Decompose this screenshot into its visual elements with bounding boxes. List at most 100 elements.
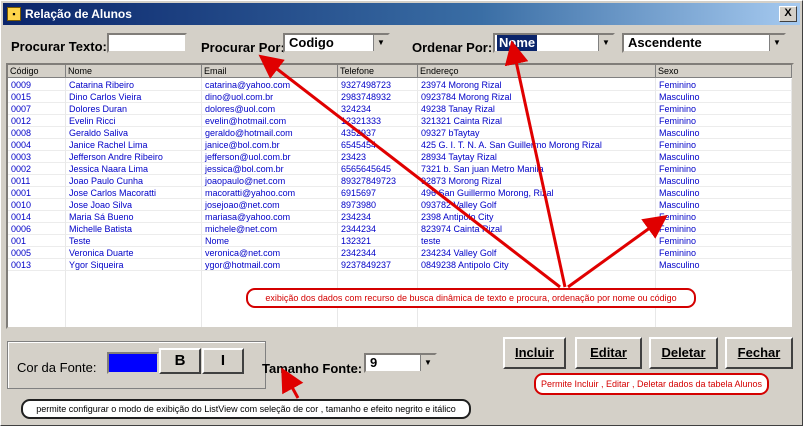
table-row[interactable]: 0005 Veronica Duarte veronica@net.com 23423…	[8, 247, 792, 259]
cell-gender: Masculino	[656, 151, 792, 163]
table-row[interactable]: 0004 Janice Rachel Lima janice@bol.com.br 6…	[8, 139, 792, 151]
cell-email: josejoao@net.com	[202, 199, 338, 211]
table-row[interactable]: 0013 Ygor Siqueira ygor@hotmail.com 9237849…	[8, 259, 792, 271]
cell-email: veronica@net.com	[202, 247, 338, 259]
search-label: Procurar Texto:	[11, 39, 107, 54]
table-row[interactable]: 0007 Dolores Duran dolores@uol.com 324234 49…	[8, 103, 792, 115]
font-annotation: permite configurar o modo de exibição do…	[21, 399, 471, 419]
cell-gender: Masculino	[656, 91, 792, 103]
chevron-down-icon[interactable]: ▼	[598, 35, 613, 51]
close-window-button[interactable]: X	[779, 6, 797, 22]
cell-gender: Masculino	[656, 127, 792, 139]
cell-email: macoratti@yahoo.com	[202, 187, 338, 199]
table-row[interactable]: 0015 Dino Carlos Vieira dino@uol.com.br 298…	[8, 91, 792, 103]
cell-phone: 234234	[338, 211, 418, 223]
chevron-down-icon[interactable]: ▼	[373, 35, 388, 51]
order-direction-value: Ascendente	[628, 35, 702, 50]
listview-header: Código Nome Email Telefone Endereço Sexo	[8, 65, 792, 78]
cell-address: 23974 Morong Rizal	[418, 79, 656, 91]
close-button-label: Fechar	[737, 345, 781, 360]
table-row[interactable]: 0003 Jefferson Andre Ribeiro jefferson@uol…	[8, 151, 792, 163]
cell-gender: Masculino	[656, 187, 792, 199]
table-row[interactable]: 0006 Michelle Batista michele@net.com 23442…	[8, 223, 792, 235]
order-direction-select[interactable]: Ascendente ▼	[622, 33, 786, 53]
cell-address: teste	[418, 235, 656, 247]
include-button[interactable]: Incluir	[503, 337, 566, 369]
table-row[interactable]: 0002 Jessica Naara Lima jessica@bol.com.br…	[8, 163, 792, 175]
cell-address: 425 G. I. T. N. A. San Guillermo Morong …	[418, 139, 656, 151]
cell-gender: Feminino	[656, 223, 792, 235]
column-header-email[interactable]: Email	[202, 65, 338, 78]
table-row[interactable]: 0001 Jose Carlos Macoratti macoratti@yahoo…	[8, 187, 792, 199]
cell-address: 2398 Antipolo City	[418, 211, 656, 223]
table-row[interactable]: 0010 Jose Joao Silva josejoao@net.com 89739…	[8, 199, 792, 211]
cell-name: Jessica Naara Lima	[66, 163, 202, 175]
chevron-down-icon[interactable]: ▼	[769, 35, 784, 51]
cell-gender: Masculino	[656, 175, 792, 187]
cell-gender: Feminino	[656, 103, 792, 115]
cell-name: Janice Rachel Lima	[66, 139, 202, 151]
close-button[interactable]: Fechar	[725, 337, 793, 369]
column-header-name[interactable]: Nome	[66, 65, 202, 78]
cell-gender: Masculino	[656, 199, 792, 211]
search-by-label: Procurar Por:	[201, 40, 285, 55]
column-header-address[interactable]: Endereço	[418, 65, 656, 78]
cell-code: 0010	[8, 199, 66, 211]
cell-code: 0004	[8, 139, 66, 151]
cell-email: michele@net.com	[202, 223, 338, 235]
cell-email: jefferson@uol.com.br	[202, 151, 338, 163]
cell-name: Veronica Duarte	[66, 247, 202, 259]
cell-code: 0003	[8, 151, 66, 163]
table-row[interactable]: 0011 Joao Paulo Cunha joaopaulo@net.com 893…	[8, 175, 792, 187]
edit-button[interactable]: Editar	[575, 337, 642, 369]
cell-code: 0013	[8, 259, 66, 271]
cell-address: 09327 bTaytay	[418, 127, 656, 139]
app-icon: ▪	[7, 7, 21, 21]
search-by-select[interactable]: Codigo ▼	[283, 33, 390, 53]
cell-address: 0849238 Antipolo City	[418, 259, 656, 271]
cell-address: 234234 Valley Golf	[418, 247, 656, 259]
edit-button-label: Editar	[590, 345, 627, 360]
order-by-select[interactable]: Nome ▼	[493, 33, 615, 53]
cell-phone: 2342344	[338, 247, 418, 259]
cell-name: Ygor Siqueira	[66, 259, 202, 271]
cell-code: 0009	[8, 79, 66, 91]
cell-address: 92873 Morong Rizal	[418, 175, 656, 187]
cell-phone: 6915697	[338, 187, 418, 199]
bold-toggle-button[interactable]: B	[159, 348, 201, 374]
cell-email: janice@bol.com.br	[202, 139, 338, 151]
font-size-select[interactable]: 9 ▼	[364, 353, 437, 373]
cell-code: 0006	[8, 223, 66, 235]
table-row[interactable]: 0014 Maria Sá Bueno mariasa@yahoo.com 23423…	[8, 211, 792, 223]
cell-name: Catarina Ribeiro	[66, 79, 202, 91]
title-bar: ▪ Relação de Alunos X	[3, 3, 800, 25]
cell-code: 0008	[8, 127, 66, 139]
delete-button-label: Deletar	[661, 345, 706, 360]
cell-email: dolores@uol.com	[202, 103, 338, 115]
column-header-phone[interactable]: Telefone	[338, 65, 418, 78]
font-color-swatch[interactable]	[107, 352, 159, 374]
cell-email: joaopaulo@net.com	[202, 175, 338, 187]
cell-name: Dino Carlos Vieira	[66, 91, 202, 103]
delete-button[interactable]: Deletar	[649, 337, 718, 369]
column-header-code[interactable]: Código	[8, 65, 66, 78]
column-header-gender[interactable]: Sexo	[656, 65, 792, 78]
cell-gender: Feminino	[656, 79, 792, 91]
chevron-down-icon[interactable]: ▼	[420, 355, 435, 371]
cell-code: 0015	[8, 91, 66, 103]
crud-annotation: Permite Incluir , Editar , Deletar dados…	[534, 373, 769, 395]
cell-email: jessica@bol.com.br	[202, 163, 338, 175]
cell-code: 0002	[8, 163, 66, 175]
table-row[interactable]: 0009 Catarina Ribeiro catarina@yahoo.com 93…	[8, 79, 792, 91]
italic-toggle-button[interactable]: I	[202, 348, 244, 374]
table-row[interactable]: 0008 Geraldo Saliva geraldo@hotmail.com 435…	[8, 127, 792, 139]
cell-gender: Feminino	[656, 163, 792, 175]
table-row[interactable]: 0012 Evelin Ricci evelin@hotmail.com 123213…	[8, 115, 792, 127]
table-row[interactable]: 001 Teste Nome 132321 teste Feminino	[8, 235, 792, 247]
cell-name: Joao Paulo Cunha	[66, 175, 202, 187]
listview-annotation: exibição dos dados com recurso de busca …	[246, 288, 696, 308]
search-input[interactable]	[107, 33, 187, 53]
cell-address: 321321 Cainta Rizal	[418, 115, 656, 127]
cell-gender: Feminino	[656, 235, 792, 247]
cell-name: Dolores Duran	[66, 103, 202, 115]
